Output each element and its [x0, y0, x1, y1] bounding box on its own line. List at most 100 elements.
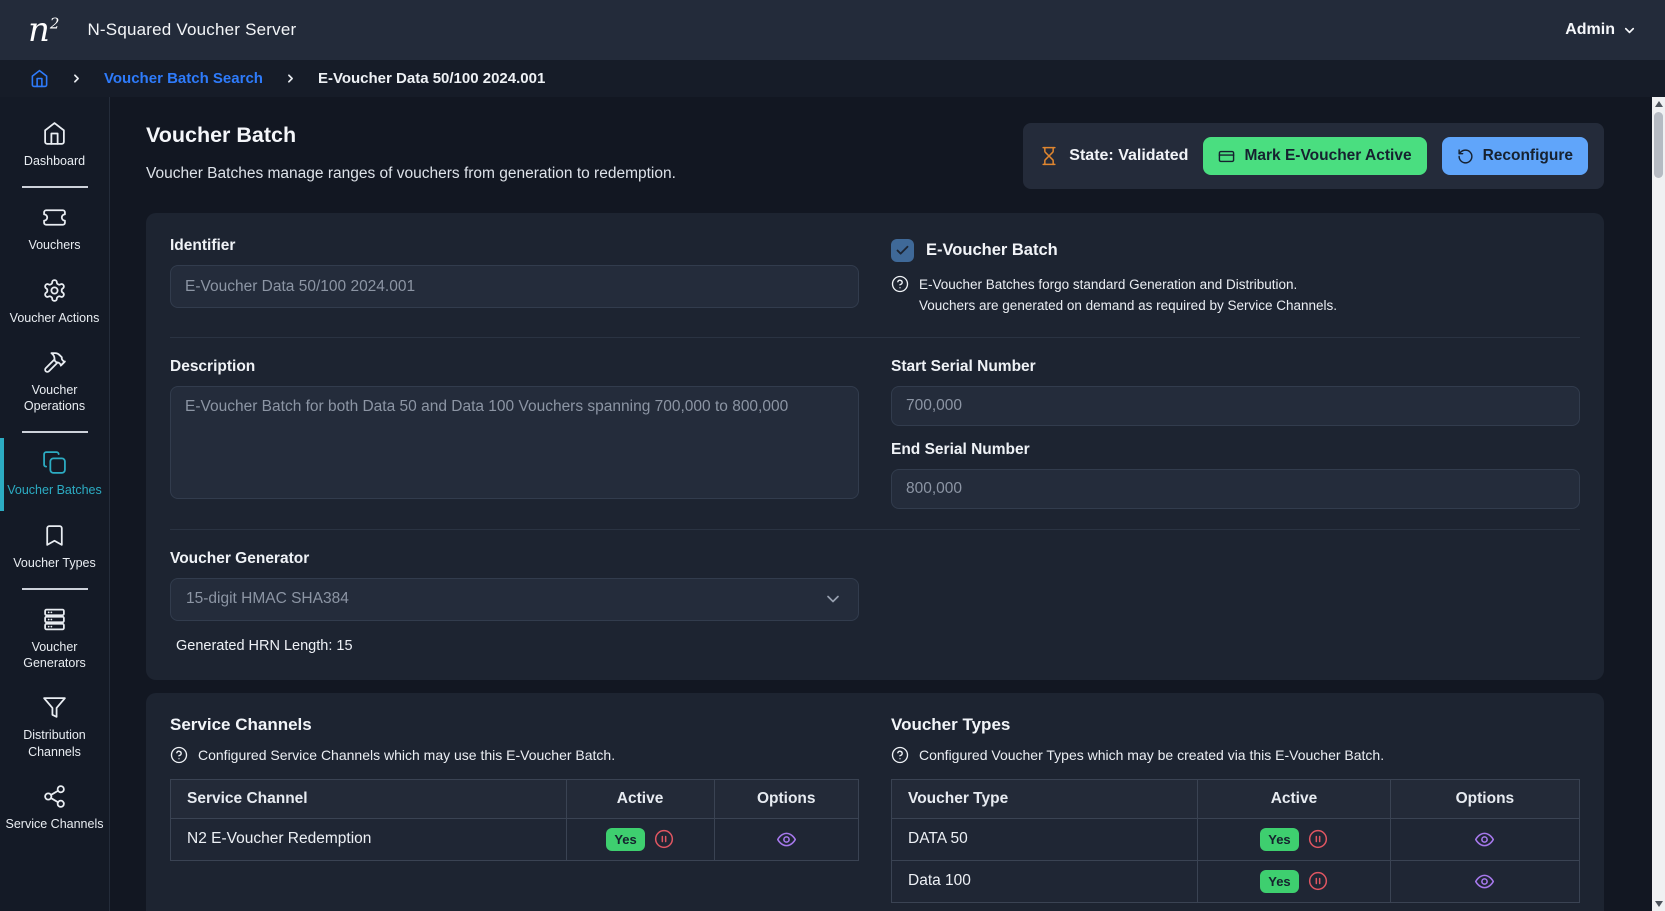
form-divider: [170, 337, 1580, 338]
voucher-generator-label: Voucher Generator: [170, 550, 859, 568]
card-icon: [1218, 148, 1235, 165]
sidebar-nav: Dashboard Vouchers Voucher Actions Vouch…: [0, 97, 110, 911]
identifier-field-group: Identifier: [170, 237, 859, 317]
description-field-group: Description E-Voucher Batch for both Dat…: [170, 358, 859, 509]
view-eye-icon[interactable]: [776, 830, 797, 847]
vertical-scrollbar[interactable]: [1652, 97, 1665, 911]
breadcrumb-separator-icon: [70, 72, 83, 85]
start-serial-label: Start Serial Number: [891, 358, 1580, 376]
question-circle-icon: [891, 746, 909, 764]
home-icon: [30, 69, 49, 88]
sidebar-item-voucher-actions[interactable]: Voucher Actions: [0, 266, 109, 338]
evoucher-batch-checkbox[interactable]: [891, 239, 914, 262]
question-circle-icon: [170, 746, 188, 764]
sidebar-divider: [22, 186, 88, 188]
admin-user-menu[interactable]: Admin: [1565, 21, 1637, 39]
breadcrumb-home-link[interactable]: [30, 69, 49, 88]
voucher-types-title: Voucher Types: [891, 715, 1580, 735]
column-header: Voucher Type: [892, 779, 1198, 818]
app-title: N-Squared Voucher Server: [87, 20, 296, 40]
end-serial-input[interactable]: [891, 469, 1580, 509]
evoucher-batch-group: E-Voucher Batch E-Voucher Batches forgo …: [891, 237, 1580, 317]
voucher-type-name: Data 100: [892, 860, 1198, 902]
table-row: N2 E-Voucher Redemption Yes: [171, 818, 859, 860]
sidebar-item-service-channels[interactable]: Service Channels: [0, 772, 109, 844]
start-serial-input[interactable]: [891, 386, 1580, 426]
chevron-down-icon: [823, 589, 843, 609]
pause-circle-icon[interactable]: [1308, 829, 1328, 849]
identifier-label: Identifier: [170, 237, 859, 255]
voucher-generator-group: Voucher Generator 15-digit HMAC SHA384 G…: [170, 550, 859, 656]
service-channels-section: Service Channels Configured Service Chan…: [170, 715, 859, 903]
funnel-icon: [42, 695, 67, 720]
hrn-length-note: Generated HRN Length: 15: [176, 638, 859, 654]
column-header: Options: [714, 779, 858, 818]
rotate-ccw-icon: [1457, 148, 1474, 165]
app-logo: n2: [28, 13, 59, 47]
breadcrumb-current-page: E-Voucher Data 50/100 2024.001: [318, 70, 545, 87]
voucher-generator-select[interactable]: 15-digit HMAC SHA384: [170, 578, 859, 621]
status-badge: Yes: [1260, 870, 1298, 893]
sidebar-item-voucher-batches[interactable]: Voucher Batches: [0, 438, 109, 510]
chevron-down-icon: [1622, 23, 1637, 38]
identifier-input[interactable]: [170, 265, 859, 308]
sidebar-divider: [22, 431, 88, 433]
bookmark-icon: [42, 523, 67, 548]
breadcrumb-voucher-batch-search[interactable]: Voucher Batch Search: [104, 70, 263, 87]
scrollbar-thumb[interactable]: [1654, 112, 1663, 178]
related-config-card: Service Channels Configured Service Chan…: [146, 693, 1604, 911]
column-header: Active: [1198, 779, 1391, 818]
status-badge: Yes: [1260, 828, 1298, 851]
admin-menu-label: Admin: [1565, 21, 1615, 39]
mark-evoucher-active-button[interactable]: Mark E-Voucher Active: [1203, 137, 1426, 175]
service-channels-title: Service Channels: [170, 715, 859, 735]
pause-circle-icon[interactable]: [1308, 871, 1328, 891]
page-subtitle: Voucher Batches manage ranges of voucher…: [146, 165, 676, 183]
question-circle-icon: [891, 275, 909, 293]
table-row: DATA 50 Yes: [892, 818, 1580, 860]
sidebar-item-voucher-operations[interactable]: Voucher Operations: [0, 338, 109, 427]
reconfigure-button[interactable]: Reconfigure: [1442, 137, 1588, 175]
pause-circle-icon[interactable]: [654, 829, 674, 849]
copy-icon: [42, 450, 67, 475]
service-channels-table: Service Channel Active Options N2 E-Vouc…: [170, 779, 859, 861]
view-eye-icon[interactable]: [1474, 872, 1495, 889]
home-icon: [42, 121, 67, 146]
table-row: Data 100 Yes: [892, 860, 1580, 902]
column-header: Options: [1390, 779, 1579, 818]
evoucher-batch-help: E-Voucher Batches forgo standard Generat…: [891, 275, 1580, 317]
breadcrumb-separator-icon: [284, 72, 297, 85]
status-badge: Yes: [606, 828, 644, 851]
service-channel-name: N2 E-Voucher Redemption: [171, 818, 567, 860]
hourglass-icon: [1039, 146, 1059, 166]
sidebar-divider: [22, 588, 88, 590]
sidebar-item-distribution-channels[interactable]: Distribution Channels: [0, 683, 109, 772]
hammer-icon: [42, 350, 67, 375]
end-serial-label: End Serial Number: [891, 441, 1580, 459]
scroll-down-arrow[interactable]: [1652, 897, 1665, 911]
sidebar-item-voucher-generators[interactable]: Voucher Generators: [0, 595, 109, 684]
sidebar-item-dashboard[interactable]: Dashboard: [0, 109, 109, 181]
page-title: Voucher Batch: [146, 123, 676, 148]
voucher-batch-form-card: Identifier E-Voucher Batch E-Voucher Bat…: [146, 213, 1604, 680]
sidebar-item-voucher-types[interactable]: Voucher Types: [0, 511, 109, 583]
voucher-type-name: DATA 50: [892, 818, 1198, 860]
view-eye-icon[interactable]: [1474, 830, 1495, 847]
server-icon: [42, 607, 67, 632]
service-channels-help: Configured Service Channels which may us…: [170, 746, 859, 764]
state-label: State: Validated: [1039, 146, 1188, 166]
column-header: Service Channel: [171, 779, 567, 818]
top-header: n2 N-Squared Voucher Server Admin: [0, 0, 1665, 60]
column-header: Active: [566, 779, 714, 818]
sidebar-item-vouchers[interactable]: Vouchers: [0, 193, 109, 265]
scroll-up-arrow[interactable]: [1652, 97, 1665, 111]
main-content: Voucher Batch Voucher Batches manage ran…: [110, 97, 1652, 911]
ticket-icon: [42, 205, 67, 230]
description-label: Description: [170, 358, 859, 376]
evoucher-batch-label: E-Voucher Batch: [926, 241, 1058, 260]
breadcrumb: Voucher Batch Search E-Voucher Data 50/1…: [0, 60, 1665, 97]
page-head-text: Voucher Batch Voucher Batches manage ran…: [146, 123, 676, 183]
gear-icon: [42, 278, 67, 303]
share-icon: [42, 784, 67, 809]
description-textarea[interactable]: E-Voucher Batch for both Data 50 and Dat…: [170, 386, 859, 499]
